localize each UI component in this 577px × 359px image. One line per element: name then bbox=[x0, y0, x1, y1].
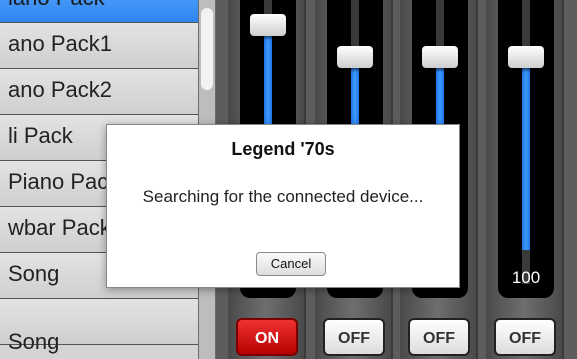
fader-value: 100 bbox=[511, 268, 541, 287]
list-item[interactable]: Song bbox=[0, 299, 198, 354]
list-item[interactable]: ano Pack2 bbox=[0, 69, 198, 115]
list-item-label: Song bbox=[8, 329, 60, 354]
list-item[interactable]: iano Pack bbox=[0, 0, 198, 23]
dialog-title: Legend '70s bbox=[231, 139, 335, 159]
list-item-label: ano Pack1 bbox=[8, 31, 112, 56]
fader-knob[interactable] bbox=[337, 46, 373, 68]
list-item-label: ano Pack2 bbox=[8, 77, 112, 102]
list-item[interactable]: ano Pack1 bbox=[0, 23, 198, 69]
list-item-label: Piano Pack bbox=[8, 169, 120, 194]
mixer-channel-4: 100 OFF bbox=[486, 0, 564, 359]
list-item-label: li Pack bbox=[8, 123, 73, 148]
channel-toggle-button[interactable]: OFF bbox=[323, 318, 385, 356]
dialog-message: Searching for the connected device... bbox=[142, 187, 424, 206]
fader-level-fill bbox=[522, 57, 530, 250]
fader-knob[interactable] bbox=[508, 46, 544, 68]
cancel-button[interactable]: Cancel bbox=[256, 252, 326, 276]
fader-well: 100 bbox=[498, 0, 554, 298]
connection-dialog: Legend '70s Searching for the connected … bbox=[106, 124, 460, 288]
list-item-label: Song bbox=[8, 261, 60, 286]
channel-toggle-button[interactable]: OFF bbox=[494, 318, 556, 356]
fader-knob[interactable] bbox=[422, 46, 458, 68]
list-item-label: wbar Pack bbox=[8, 215, 111, 240]
channel-toggle-button[interactable]: ON bbox=[236, 318, 298, 356]
scroll-thumb[interactable] bbox=[201, 8, 213, 90]
list-item-label: iano Pack bbox=[8, 0, 105, 11]
fader-knob[interactable] bbox=[250, 14, 286, 36]
channel-toggle-button[interactable]: OFF bbox=[408, 318, 470, 356]
